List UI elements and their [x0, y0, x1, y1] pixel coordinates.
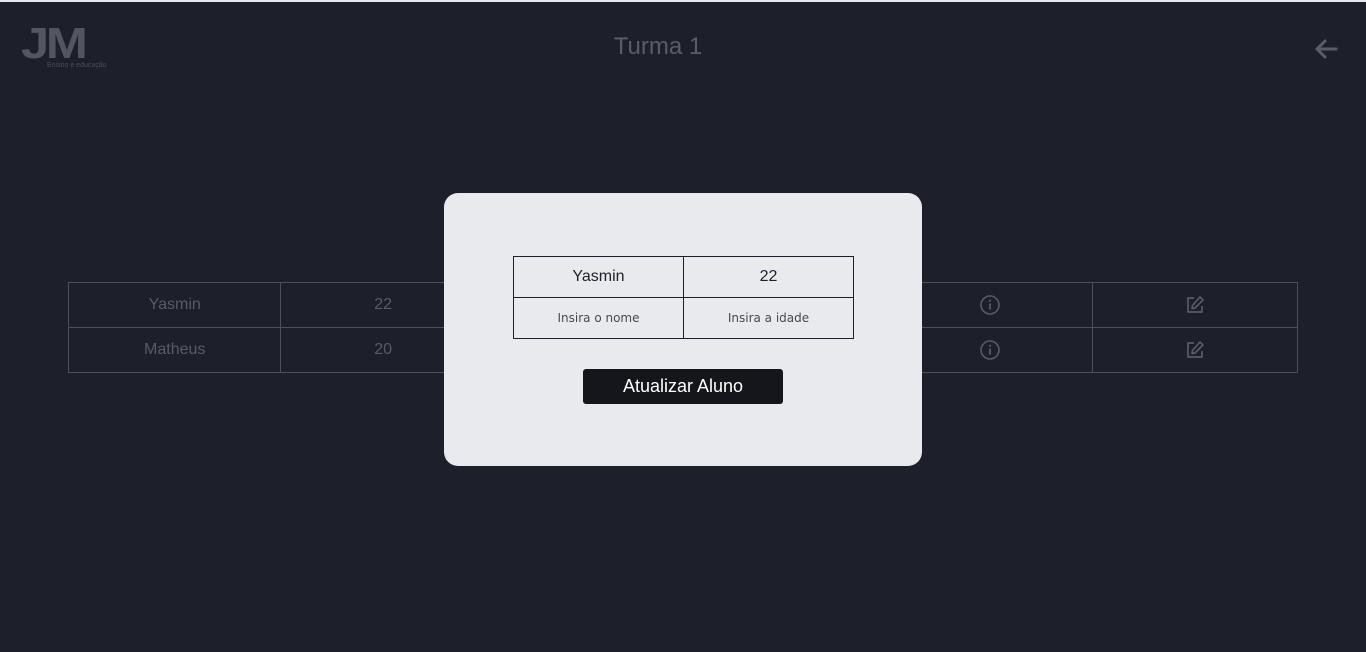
- logo-subtitle: Ensino e educação: [47, 62, 107, 69]
- info-icon[interactable]: [979, 339, 1001, 361]
- edit-student-modal: Yasmin 22 Atualizar Aluno: [444, 193, 922, 466]
- edit-cell[interactable]: [1091, 282, 1299, 328]
- current-values-row: Yasmin 22: [513, 256, 854, 298]
- name-input-cell: [513, 297, 684, 339]
- update-student-button[interactable]: Atualizar Aluno: [583, 369, 783, 404]
- student-name-cell: Yasmin: [67, 282, 282, 328]
- name-input[interactable]: [516, 310, 681, 326]
- edit-student-table: Yasmin 22: [513, 256, 854, 339]
- age-input-cell: [683, 297, 854, 339]
- edit-cell[interactable]: [1091, 327, 1299, 373]
- current-name: Yasmin: [513, 256, 684, 298]
- edit-icon[interactable]: [1184, 294, 1206, 316]
- page-title: Turma 1: [613, 33, 703, 60]
- age-input[interactable]: [686, 310, 851, 326]
- edit-icon[interactable]: [1184, 339, 1206, 361]
- app-page: JM Ensino e educação Turma 1 Yasmin 22 M…: [0, 0, 1366, 652]
- back-button[interactable]: [1312, 36, 1340, 62]
- student-name-cell: Matheus: [67, 327, 282, 373]
- info-icon[interactable]: [979, 294, 1001, 316]
- arrow-left-icon: [1315, 39, 1338, 59]
- current-age: 22: [683, 256, 854, 298]
- input-row: [513, 297, 854, 339]
